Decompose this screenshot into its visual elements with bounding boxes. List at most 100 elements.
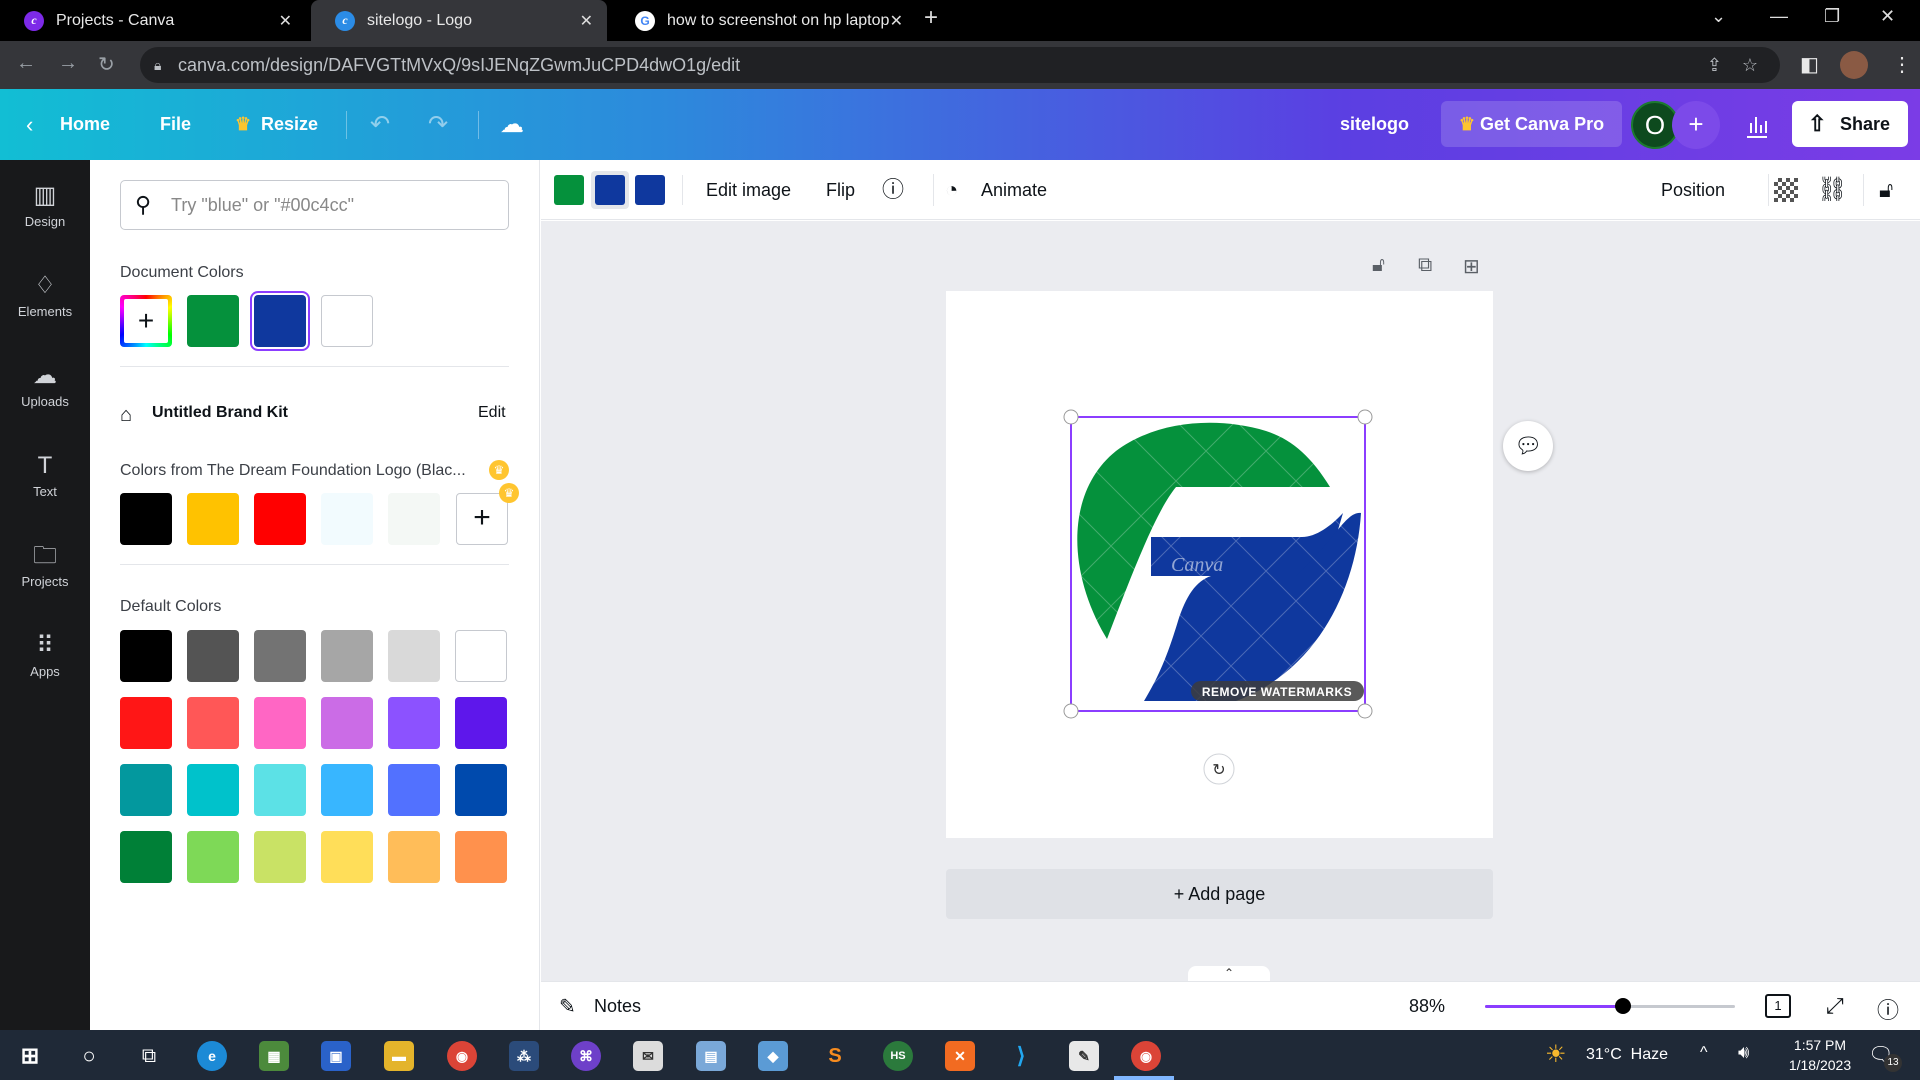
brand-kit-edit-button[interactable]: Edit xyxy=(478,404,506,422)
default-color-swatch[interactable] xyxy=(321,697,373,749)
undo-icon[interactable]: ↶ xyxy=(370,89,390,160)
close-tab-icon[interactable]: ✕ xyxy=(890,11,903,31)
rail-item-uploads[interactable]: ☁︎ Uploads xyxy=(0,362,90,409)
close-tab-icon[interactable]: ✕ xyxy=(580,11,593,31)
document-color-swatch[interactable] xyxy=(321,295,373,347)
image-viewer-icon[interactable]: ▤ xyxy=(696,1041,726,1071)
bookmark-star-icon[interactable]: ☆ xyxy=(1742,47,1758,83)
rail-item-apps[interactable]: ⠿ Apps xyxy=(0,632,90,679)
zoom-level[interactable]: 88% xyxy=(1409,996,1445,1017)
edge-icon[interactable]: e xyxy=(197,1041,227,1071)
search-circle-icon[interactable]: ○ xyxy=(74,1041,104,1071)
toolbar-color-swatch[interactable] xyxy=(554,175,584,205)
chrome-alt-icon[interactable]: ◉ xyxy=(447,1041,477,1071)
clock[interactable]: 1:57 PM 1/18/2023 xyxy=(1775,1035,1865,1075)
duplicate-page-icon[interactable]: ⧉ xyxy=(1418,254,1432,277)
weather-text[interactable]: 31°C Haze xyxy=(1586,1046,1668,1064)
sublime-icon[interactable]: S xyxy=(820,1041,850,1071)
fullscreen-icon[interactable]: ⤢ xyxy=(1826,993,1844,1019)
new-tab-icon[interactable]: + xyxy=(924,4,938,32)
default-color-swatch[interactable] xyxy=(388,630,440,682)
transparency-icon[interactable] xyxy=(1774,178,1798,202)
app-icon[interactable]: ◆ xyxy=(758,1041,788,1071)
reload-icon[interactable]: ↻ xyxy=(98,52,115,77)
logo-color-swatch[interactable] xyxy=(254,493,306,545)
add-comment-icon[interactable]: 💬︎ xyxy=(1503,421,1553,471)
add-color-button[interactable]: + xyxy=(120,295,172,347)
browser-tab-projects[interactable]: c Projects - Canva ✕ xyxy=(0,0,306,41)
file-explorer-icon[interactable]: ▬ xyxy=(384,1041,414,1071)
zoom-slider-knob[interactable] xyxy=(1614,998,1631,1014)
resize-button[interactable]: Resize xyxy=(261,89,318,160)
back-icon[interactable]: ← xyxy=(16,52,36,75)
add-collaborator-button[interactable]: + xyxy=(1672,101,1720,149)
chevron-up-icon[interactable]: ^ xyxy=(1700,1044,1708,1062)
photos-app-icon[interactable]: ▦ xyxy=(259,1041,289,1071)
vscode-icon[interactable]: ⟩ xyxy=(1006,1041,1036,1071)
menu-kebab-icon[interactable]: ⋮ xyxy=(1892,52,1912,77)
windows-start-icon[interactable]: ⊞ xyxy=(15,1041,45,1071)
get-canva-pro-button[interactable]: ♛ Get Canva Pro xyxy=(1441,101,1622,147)
design-page[interactable]: Canva REMOVE WATERMARKS ↻ xyxy=(946,291,1493,838)
mail-icon[interactable]: ✉ xyxy=(633,1041,663,1071)
add-page-button[interactable]: + Add page xyxy=(946,869,1493,919)
rail-item-design[interactable]: ▥ Design xyxy=(0,182,90,229)
default-color-swatch[interactable] xyxy=(187,630,239,682)
default-color-swatch[interactable] xyxy=(455,697,507,749)
help-icon[interactable]: ⓘ xyxy=(1877,993,1899,1025)
hs-app-icon[interactable]: HS xyxy=(883,1041,913,1071)
app-icon[interactable]: ⁂ xyxy=(509,1041,539,1071)
browser-tab-sitelogo[interactable]: c sitelogo - Logo ✕ xyxy=(311,0,607,41)
default-color-swatch[interactable] xyxy=(455,831,507,883)
chevron-up-icon[interactable]: ⌃ xyxy=(1188,966,1270,982)
position-button[interactable]: Position xyxy=(1661,160,1725,220)
forward-icon[interactable]: → xyxy=(58,52,78,75)
toolbar-color-swatch[interactable] xyxy=(635,175,665,205)
default-color-swatch[interactable] xyxy=(120,697,172,749)
default-color-swatch[interactable] xyxy=(254,831,306,883)
logo-graphic[interactable]: Canva REMOVE WATERMARKS ↻ xyxy=(946,291,1493,838)
restore-icon[interactable]: ❐ xyxy=(1824,6,1840,27)
file-menu-button[interactable]: File xyxy=(160,89,191,160)
default-color-swatch[interactable] xyxy=(321,764,373,816)
default-color-swatch[interactable] xyxy=(254,630,306,682)
default-color-swatch[interactable] xyxy=(388,697,440,749)
toolbar-color-swatch[interactable] xyxy=(595,175,625,205)
task-view-icon[interactable]: ⧉ xyxy=(134,1041,164,1071)
logo-color-swatch[interactable] xyxy=(187,493,239,545)
link-icon[interactable]: ⛓︎ xyxy=(1817,160,1847,220)
notes-button[interactable]: Notes xyxy=(594,996,641,1017)
volume-icon[interactable]: 🔊︎ xyxy=(1738,1042,1749,1063)
browser-tab-google[interactable]: G how to screenshot on hp laptop ✕ xyxy=(611,0,917,41)
redo-icon[interactable]: ↷ xyxy=(428,89,448,160)
rail-item-projects[interactable]: 🗀︎ Projects xyxy=(0,542,90,589)
default-color-swatch[interactable] xyxy=(388,764,440,816)
info-icon[interactable]: ⓘ xyxy=(882,160,904,220)
add-logo-color-button[interactable]: + xyxy=(456,493,508,545)
notepad-icon[interactable]: ✎ xyxy=(1069,1041,1099,1071)
document-color-swatch[interactable] xyxy=(250,291,310,351)
store-icon[interactable]: ▣ xyxy=(321,1041,351,1071)
logo-color-swatch[interactable] xyxy=(120,493,172,545)
flip-button[interactable]: Flip xyxy=(826,160,855,220)
url-input[interactable]: 🔒︎ canva.com/design/DAFVGTtMVxQ/9sIJENqZ… xyxy=(140,47,1780,83)
animate-button[interactable]: Animate xyxy=(981,160,1047,220)
close-tab-icon[interactable]: ✕ xyxy=(279,11,292,31)
default-color-swatch[interactable] xyxy=(120,764,172,816)
page-count-button[interactable]: 1 xyxy=(1765,994,1791,1018)
default-color-swatch[interactable] xyxy=(187,697,239,749)
github-icon[interactable]: ⌘ xyxy=(571,1041,601,1071)
sidepanel-icon[interactable]: ◧ xyxy=(1800,52,1819,77)
color-search-input[interactable]: ⚲ Try "blue" or "#00c4cc" xyxy=(120,180,509,230)
chrome-icon[interactable]: ◉ xyxy=(1131,1041,1161,1071)
minimize-icon[interactable]: — xyxy=(1770,6,1788,27)
close-window-icon[interactable]: ✕ xyxy=(1880,6,1895,27)
tab-search-icon[interactable]: ⌄ xyxy=(1711,6,1726,27)
default-color-swatch[interactable] xyxy=(187,764,239,816)
default-color-swatch[interactable] xyxy=(321,831,373,883)
default-color-swatch[interactable] xyxy=(254,697,306,749)
share-page-icon[interactable]: ⇪ xyxy=(1707,47,1722,83)
default-color-swatch[interactable] xyxy=(455,764,507,816)
chevron-left-icon[interactable]: ‹ xyxy=(26,89,33,160)
logo-color-swatch[interactable] xyxy=(388,493,440,545)
